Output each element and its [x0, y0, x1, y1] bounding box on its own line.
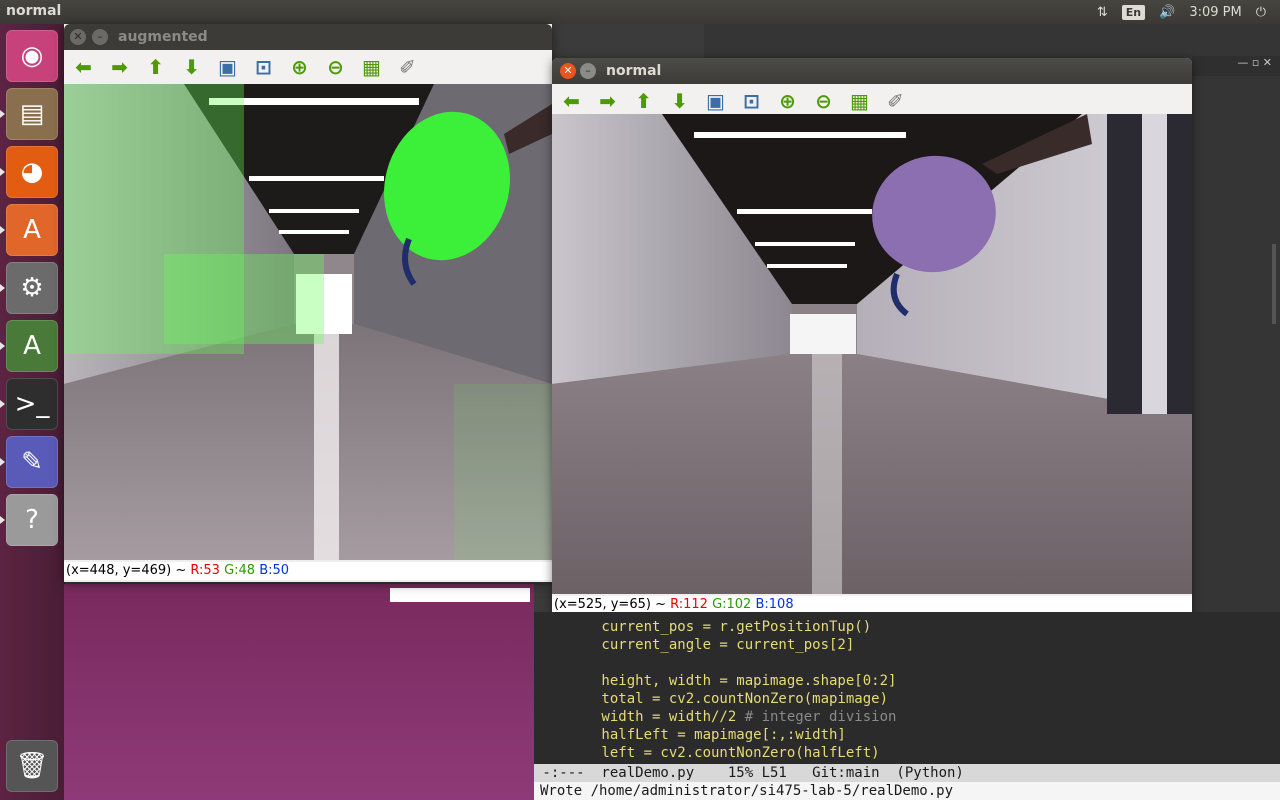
window-title: normal: [606, 63, 662, 79]
zoom-fit-icon[interactable]: ⊡: [250, 54, 277, 81]
code-comment: # integer division: [744, 709, 897, 725]
status-green: G:102: [712, 597, 752, 612]
terminal-icon[interactable]: >_: [6, 378, 58, 430]
hidden-window-edge: [390, 588, 530, 602]
running-indicator: [0, 110, 5, 118]
pan-right-icon[interactable]: ➡: [106, 54, 133, 81]
help-glyph: ?: [25, 505, 39, 535]
pan-left-icon[interactable]: ⬅: [558, 88, 585, 115]
network-icon[interactable]: ⇅: [1097, 5, 1108, 20]
text-editor-glyph: ✎: [21, 447, 43, 477]
help-icon[interactable]: ?: [6, 494, 58, 546]
background-window-controls: — ▫ ✕: [1192, 56, 1280, 76]
trash-icon[interactable]: 🗑: [6, 740, 58, 792]
status-green: G:48: [224, 563, 256, 578]
files-icon[interactable]: ▤: [6, 88, 58, 140]
power-icon[interactable]: ⏻: [1256, 5, 1266, 20]
software-center-glyph: A: [23, 215, 41, 245]
running-indicator: [0, 284, 5, 292]
running-indicator: [0, 226, 5, 234]
launcher: ◉ ▤ ◕ A ⚙ A >_ ✎? 🗑: [0, 24, 65, 800]
zoom-out-icon[interactable]: ⊖: [322, 54, 349, 81]
minimize-button[interactable]: –: [92, 29, 108, 45]
running-indicator: [0, 458, 5, 466]
background-scrollbar[interactable]: [1272, 244, 1276, 324]
top-panel: normal ⇅ En 🔊 3:09 PM ⏻: [0, 0, 1280, 24]
pan-down-icon[interactable]: ⬇: [666, 88, 693, 115]
augmented-toolbar: ⬅ ➡ ⬆ ⬇ ▣ ⊡ ⊕ ⊖ ▦ ✐: [64, 50, 552, 84]
minibuffer[interactable]: Wrote /home/administrator/si475-lab-5/re…: [534, 782, 1280, 800]
running-indicator: [0, 342, 5, 350]
close-button[interactable]: ✕: [70, 29, 86, 45]
code-line: halfLeft = mapimage[:,:width]: [534, 727, 846, 743]
normal-image[interactable]: [552, 114, 1192, 594]
system-settings-glyph: ⚙: [20, 273, 44, 303]
running-indicator: [0, 168, 5, 176]
running-indicator: [0, 400, 5, 408]
zoom-original-icon[interactable]: ▣: [214, 54, 241, 81]
status-red: R:53: [190, 563, 220, 578]
software-updater-icon[interactable]: A: [6, 320, 58, 372]
code-line: current_pos = r.getPositionTup(): [534, 619, 872, 635]
zoom-original-icon[interactable]: ▣: [702, 88, 729, 115]
zoom-fit-icon[interactable]: ⊡: [738, 88, 765, 115]
augmented-image[interactable]: [64, 84, 552, 560]
pan-up-icon[interactable]: ⬆: [630, 88, 657, 115]
zoom-in-icon[interactable]: ⊕: [774, 88, 801, 115]
clock[interactable]: 3:09 PM: [1189, 5, 1241, 20]
zoom-in-icon[interactable]: ⊕: [286, 54, 313, 81]
pan-up-icon[interactable]: ⬆: [142, 54, 169, 81]
software-updater-glyph: A: [23, 331, 41, 361]
augmented-status-bar: (x=448, y=469) ~ R:53 G:48 B:50: [64, 562, 552, 580]
code-line: height, width = mapimage.shape[0:2]: [534, 673, 897, 689]
pan-left-icon[interactable]: ⬅: [70, 54, 97, 81]
terminal-glyph: >_: [14, 389, 50, 419]
software-center-icon[interactable]: A: [6, 204, 58, 256]
code-line: current_angle = current_pos[2]: [534, 637, 855, 653]
pan-down-icon[interactable]: ⬇: [178, 54, 205, 81]
code-line: total = cv2.countNonZero(mapimage): [534, 691, 889, 707]
code-line: width = width//2 # integer division: [534, 709, 897, 725]
active-app-title: normal: [6, 3, 62, 19]
code-editor[interactable]: current_pos = r.getPositionTup() current…: [534, 612, 1280, 800]
zoom-out-icon[interactable]: ⊖: [810, 88, 837, 115]
status-coords: (x=448, y=469) ~: [66, 563, 191, 578]
system-tray: ⇅ En 🔊 3:09 PM ⏻: [1097, 0, 1266, 24]
normal-window: ✕ – normal ⬅ ➡ ⬆ ⬇ ▣ ⊡ ⊕ ⊖ ▦ ✐ (x=525, y…: [552, 58, 1192, 614]
properties-icon[interactable]: ✐: [882, 88, 909, 115]
code-area[interactable]: current_pos = r.getPositionTup() current…: [534, 618, 896, 762]
text-editor-icon[interactable]: ✎: [6, 436, 58, 488]
status-blue: B:108: [755, 597, 794, 612]
firefox-icon[interactable]: ◕: [6, 146, 58, 198]
trash-glyph: 🗑: [15, 751, 49, 781]
ubuntu-dash-icon[interactable]: ◉: [6, 30, 58, 82]
status-coords: (x=525, y=65) ~: [554, 597, 671, 612]
desktop-background: [64, 584, 534, 800]
running-indicator: [0, 516, 5, 524]
window-title: augmented: [118, 29, 208, 45]
augmented-titlebar[interactable]: ✕ – augmented: [64, 24, 552, 50]
status-blue: B:50: [259, 563, 290, 578]
code-line: left = cv2.countNonZero(halfLeft): [534, 745, 880, 761]
normal-toolbar: ⬅ ➡ ⬆ ⬇ ▣ ⊡ ⊕ ⊖ ▦ ✐: [552, 84, 1192, 118]
system-settings-icon[interactable]: ⚙: [6, 262, 58, 314]
firefox-glyph: ◕: [20, 157, 44, 187]
keyboard-layout-indicator[interactable]: En: [1121, 4, 1146, 20]
normal-titlebar[interactable]: ✕ – normal: [552, 58, 1192, 84]
augmented-window: ✕ – augmented ⬅ ➡ ⬆ ⬇ ▣ ⊡ ⊕ ⊖ ▦ ✐ (x=448…: [64, 24, 552, 582]
files-glyph: ▤: [19, 99, 45, 129]
close-button[interactable]: ✕: [560, 63, 576, 79]
status-red: R:112: [670, 597, 708, 612]
volume-icon[interactable]: 🔊: [1159, 5, 1175, 20]
ubuntu-dash-glyph: ◉: [20, 41, 44, 71]
properties-icon[interactable]: ✐: [394, 54, 421, 81]
minimize-button[interactable]: –: [580, 63, 596, 79]
save-icon[interactable]: ▦: [358, 54, 385, 81]
mode-line: -:--- realDemo.py 15% L51 Git:main (Pyth…: [534, 764, 1280, 782]
save-icon[interactable]: ▦: [846, 88, 873, 115]
pan-right-icon[interactable]: ➡: [594, 88, 621, 115]
